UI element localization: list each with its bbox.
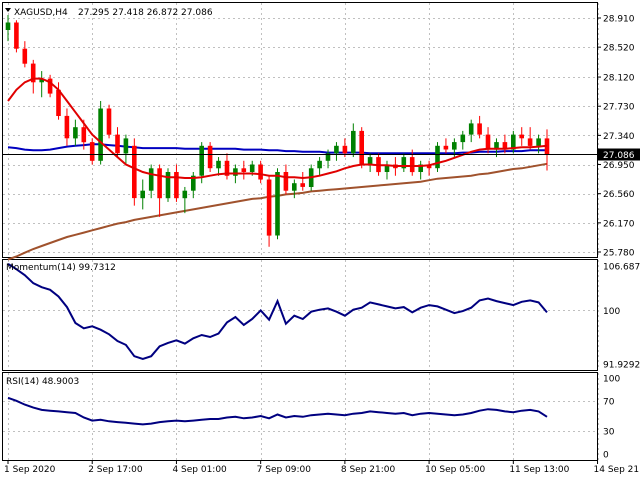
- price-ytick-label-8: 25.780: [603, 249, 635, 259]
- price-ytick-label-0: 28.910: [603, 15, 635, 25]
- candle-body-15: [132, 145, 137, 199]
- candle-body-31: [266, 179, 272, 236]
- candle-body-0: [5, 22, 11, 30]
- price-ytick-label-3: 27.730: [603, 103, 635, 113]
- candle-body-12: [106, 108, 112, 135]
- price-ytick-label-6: 26.560: [603, 190, 635, 200]
- x-tick-labels: 1 Sep 2020 2 Sep 17:00 4 Sep 01:00 7 Sep 09…: [4, 460, 640, 475]
- candle-body-21: [182, 190, 188, 199]
- candle-body-48: [409, 157, 415, 173]
- current-price-label: 27.086: [603, 151, 635, 161]
- candle-body-14: [123, 138, 129, 154]
- candle-body-11: [98, 108, 103, 161]
- momentum-ytick-label-1: 100: [603, 307, 620, 317]
- candle-body-29: [249, 164, 255, 172]
- candle-body-43: [367, 157, 373, 165]
- candle-body-62: [527, 138, 533, 146]
- symbol-label: XAGUSD,H4: [14, 8, 68, 18]
- ohlc-readout: 27.295 27.418 26.872 27.086: [78, 8, 213, 18]
- candle-body-56: [477, 123, 482, 135]
- price-ytick-label-7: 26.170: [603, 219, 635, 229]
- candle-body-63: [536, 138, 541, 146]
- trading-chart[interactable]: 28.910 28.520 28.120 27.730 27.340 26.950 26.5…: [0, 0, 640, 480]
- rsi-ytick-label-1: 70: [603, 397, 615, 407]
- xtick-label-3: 7 Sep 09:00: [257, 465, 312, 475]
- candle-body-33: [283, 172, 289, 191]
- candle-body-61: [519, 134, 524, 139]
- rsi-ytick-label-2: 30: [603, 428, 615, 438]
- candle-body-53: [452, 142, 457, 150]
- candle-body-30: [258, 164, 263, 180]
- candle-body-7: [64, 115, 70, 139]
- momentum-ytick-label-0: 106.6872: [603, 263, 640, 273]
- xtick-label-7: 14 Sep 21:00: [594, 465, 640, 475]
- momentum-label: Momentum(14) 99.7312: [6, 263, 116, 273]
- xtick-label-4: 8 Sep 21:00: [341, 465, 396, 475]
- candle-body-42: [359, 130, 364, 165]
- candle-body-10: [89, 142, 95, 161]
- price-ytick-label-5: 26.950: [603, 161, 635, 171]
- candle-body-1: [14, 22, 19, 49]
- candle-body-2: [22, 48, 28, 64]
- candle-body-23: [199, 145, 204, 176]
- candle-body-13: [115, 134, 120, 154]
- candle-body-20: [174, 172, 179, 199]
- candle-body-35: [300, 183, 305, 187]
- xtick-label-0: 1 Sep 2020: [4, 465, 56, 475]
- xtick-label-5: 10 Sep 05:00: [425, 465, 485, 475]
- candle-body-57: [485, 134, 491, 150]
- xtick-label-1: 2 Sep 17:00: [88, 465, 143, 475]
- price-panel-frame: [2, 2, 598, 258]
- candle-body-51: [435, 145, 440, 169]
- candle-body-52: [443, 145, 449, 150]
- candle-body-41: [351, 130, 356, 154]
- candle-body-6: [56, 89, 61, 116]
- price-ytick-label-4: 27.340: [603, 132, 635, 142]
- rsi-ytick-label-0: 100: [603, 375, 620, 385]
- candle-body-24: [207, 145, 213, 169]
- candle-body-40: [342, 145, 348, 154]
- candle-body-27: [233, 168, 238, 176]
- xtick-label-2: 4 Sep 01:00: [172, 465, 227, 475]
- candle-body-9: [81, 127, 87, 143]
- candle-body-34: [292, 183, 297, 191]
- price-ytick-label-1: 28.520: [603, 44, 635, 54]
- candle-body-37: [317, 160, 322, 169]
- candle-body-17: [148, 168, 154, 191]
- candle-body-55: [468, 123, 474, 135]
- momentum-ytick-label-2: 91.9292: [603, 361, 640, 371]
- candle-body-25: [216, 160, 221, 169]
- candle-body-18: [157, 168, 162, 199]
- candle-body-39: [334, 145, 339, 154]
- momentum-panel-frame: [2, 259, 598, 371]
- candle-body-16: [140, 190, 145, 199]
- rsi-label: RSI(14) 48.9003: [6, 377, 79, 387]
- y-tick-labels: 28.910 28.520 28.120 27.730 27.340 26.950 26.5…: [597, 15, 640, 461]
- xtick-label-6: 11 Sep 13:00: [509, 465, 569, 475]
- candle-body-54: [460, 134, 466, 143]
- price-ytick-label-2: 28.120: [603, 74, 635, 84]
- rsi-ytick-label-3: 0: [603, 451, 609, 461]
- candle-body-28: [241, 168, 247, 172]
- candle-body-8: [73, 127, 78, 139]
- candle-body-32: [275, 172, 280, 236]
